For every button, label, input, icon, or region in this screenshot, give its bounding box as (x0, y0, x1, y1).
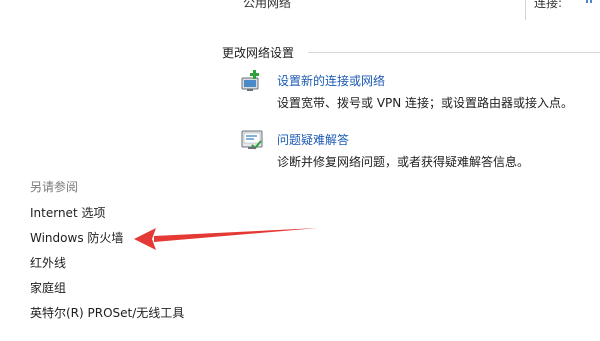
network-type-label: 公用网络 (243, 0, 292, 10)
see-also-intel-proset[interactable]: 英特尔(R) PROSet/无线工具 (30, 304, 184, 321)
setup-connection-link[interactable]: 设置新的连接或网络 (277, 72, 385, 89)
see-also-internet-options[interactable]: Internet 选项 (30, 204, 105, 221)
troubleshoot-link[interactable]: 问题疑难解答 (277, 131, 349, 148)
new-connection-icon (241, 70, 259, 91)
setup-connection-description: 设置宽带、拨号或 VPN 连接；或设置路由器或接入点。 (277, 96, 574, 110)
see-also-heading: 另请参阅 (30, 180, 79, 194)
see-also-windows-firewall[interactable]: Windows 防火墙 (30, 229, 123, 246)
connection-signal-icon[interactable] (585, 0, 595, 4)
troubleshoot-icon (241, 130, 263, 150)
see-also-homegroup[interactable]: 家庭组 (30, 279, 66, 296)
connection-label: 连接: (534, 0, 563, 10)
see-also-infrared[interactable]: 红外线 (30, 254, 66, 271)
section-title: 更改网络设置 (222, 46, 295, 60)
vertical-divider (525, 0, 526, 20)
red-arrow-icon (134, 228, 318, 250)
troubleshoot-description: 诊断并修复网络问题，或者获得疑难解答信息。 (277, 155, 530, 169)
section-divider (308, 52, 600, 53)
